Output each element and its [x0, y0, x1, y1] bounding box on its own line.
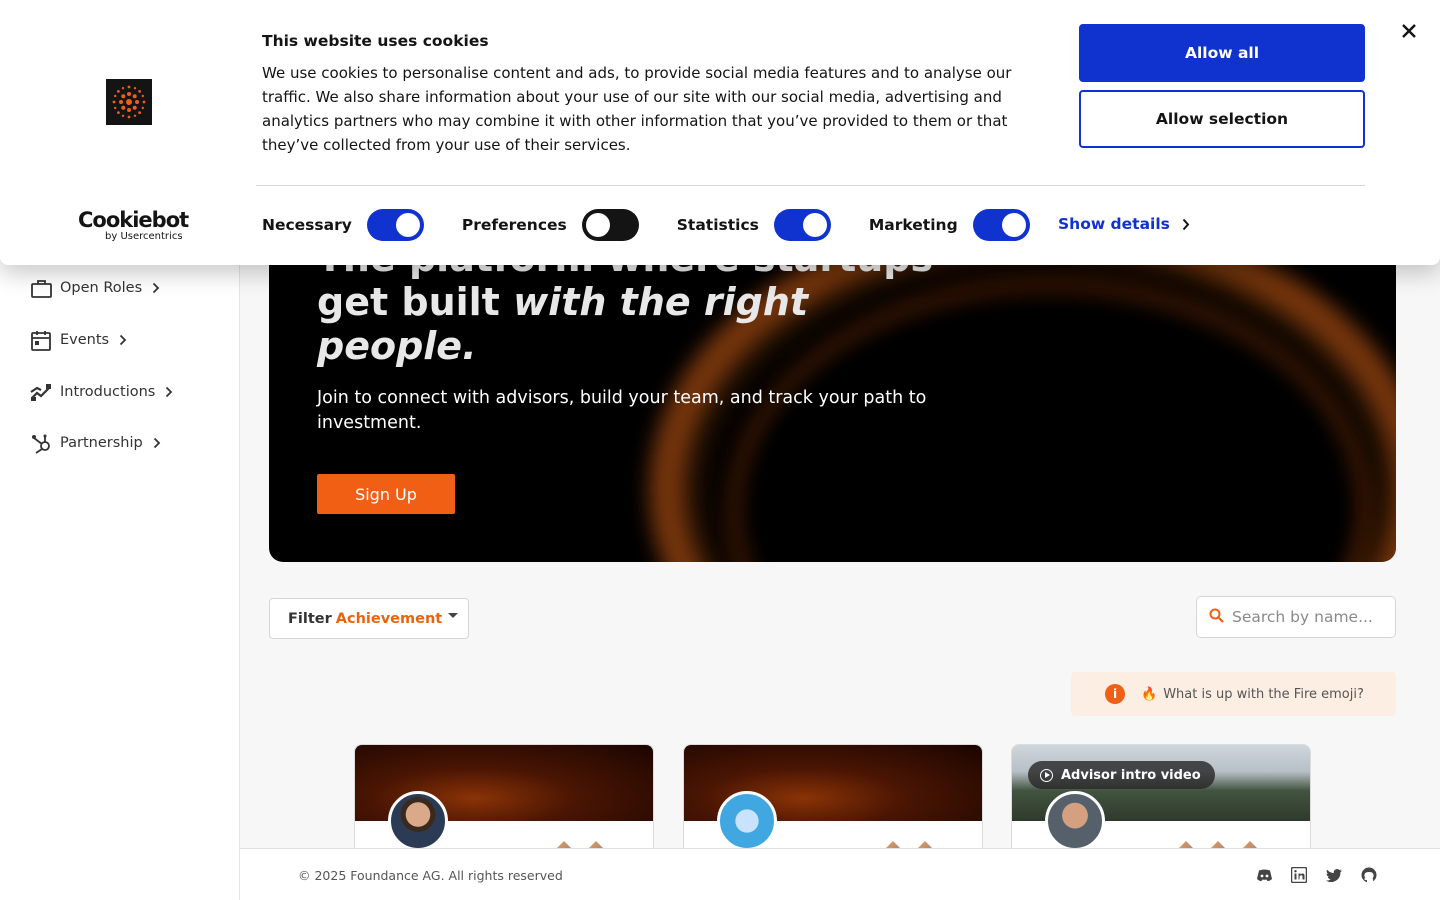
sidebar-item-events[interactable]: Events	[30, 327, 127, 353]
filter-value: Achievement	[335, 610, 443, 627]
marketing-toggle[interactable]	[972, 209, 1030, 241]
search-input[interactable]	[1232, 608, 1382, 626]
toggle-necessary: Necessary	[262, 209, 424, 241]
avatar	[388, 791, 448, 851]
avatar	[717, 791, 777, 851]
sidebar-item-label: Open Roles	[60, 280, 143, 296]
cookie-divider	[256, 185, 1365, 186]
site-logo	[106, 79, 152, 125]
fire-icon: 🔥	[1141, 686, 1158, 702]
info-icon: i	[1105, 684, 1125, 704]
fire-emoji-info[interactable]: i 🔥 What is up with the Fire emoji?	[1071, 672, 1396, 716]
cookiebot-logo: Cookiebot by Usercentrics	[78, 208, 189, 242]
sidebar-item-open-roles[interactable]: Open Roles	[30, 275, 160, 301]
toggle-label: Preferences	[461, 216, 567, 234]
allow-selection-button[interactable]: Allow selection	[1079, 90, 1365, 148]
necessary-toggle[interactable]	[366, 209, 424, 241]
briefcase-icon	[30, 277, 52, 299]
cookie-toggles: Necessary Preferences Statistics Marketi…	[262, 209, 1068, 241]
hubspot-icon	[30, 432, 52, 454]
close-icon[interactable]	[1398, 20, 1420, 42]
social-links	[1255, 866, 1378, 884]
twitter-icon[interactable]	[1325, 866, 1343, 884]
caret-down-icon	[448, 613, 459, 618]
chevron-right-icon	[153, 437, 161, 449]
sign-up-button[interactable]: Sign Up	[317, 474, 455, 514]
show-details-link[interactable]: Show details	[1058, 215, 1190, 233]
toggle-label: Statistics	[676, 216, 759, 234]
chevron-right-icon	[152, 282, 160, 294]
toggle-label: Necessary	[262, 216, 352, 234]
github-icon[interactable]	[1360, 866, 1378, 884]
preferences-toggle[interactable]	[581, 209, 639, 241]
toggle-marketing: Marketing	[869, 209, 1030, 241]
toggle-preferences: Preferences	[462, 209, 639, 241]
sidebar-item-label: Partnership	[60, 435, 143, 451]
chevron-right-icon	[1182, 218, 1190, 231]
sidebar-item-label: Events	[60, 332, 110, 348]
filter-label: Filter	[288, 610, 332, 627]
cookie-title: This website uses cookies	[262, 32, 489, 50]
cookie-description: We use cookies to personalise content an…	[262, 64, 1012, 154]
handshake-icon	[30, 381, 52, 403]
play-icon	[1040, 768, 1053, 782]
discord-icon[interactable]	[1255, 866, 1273, 884]
advisor-intro-video-button[interactable]: Advisor intro video	[1028, 761, 1215, 789]
toggle-statistics: Statistics	[677, 209, 831, 241]
search-icon	[1209, 608, 1224, 627]
sidebar-item-partnership[interactable]: Partnership	[30, 430, 161, 456]
filter-dropdown[interactable]: Filter Achievement	[269, 598, 469, 639]
hero-subtext: Join to connect with advisors, build you…	[317, 388, 927, 433]
allow-all-button[interactable]: Allow all	[1079, 24, 1365, 82]
calendar-icon	[30, 329, 52, 351]
avatar	[1045, 791, 1105, 851]
copyright-text: © 2025 Foundance AG. All rights reserved	[298, 868, 563, 883]
toggle-label: Marketing	[868, 216, 958, 234]
fire-info-text: What is up with the Fire emoji?	[1163, 686, 1364, 702]
intro-video-label: Advisor intro video	[1061, 767, 1201, 783]
cookie-consent-banner: This website uses cookies We use cookies…	[0, 0, 1440, 265]
search-box[interactable]	[1196, 596, 1396, 638]
sidebar-item-introductions[interactable]: Introductions	[30, 379, 173, 405]
sidebar-item-label: Introductions	[60, 384, 156, 400]
footer: © 2025 Foundance AG. All rights reserved	[240, 848, 1440, 900]
statistics-toggle[interactable]	[773, 209, 831, 241]
linkedin-icon[interactable]	[1290, 866, 1308, 884]
chevron-right-icon	[165, 386, 173, 398]
chevron-right-icon	[119, 334, 127, 346]
